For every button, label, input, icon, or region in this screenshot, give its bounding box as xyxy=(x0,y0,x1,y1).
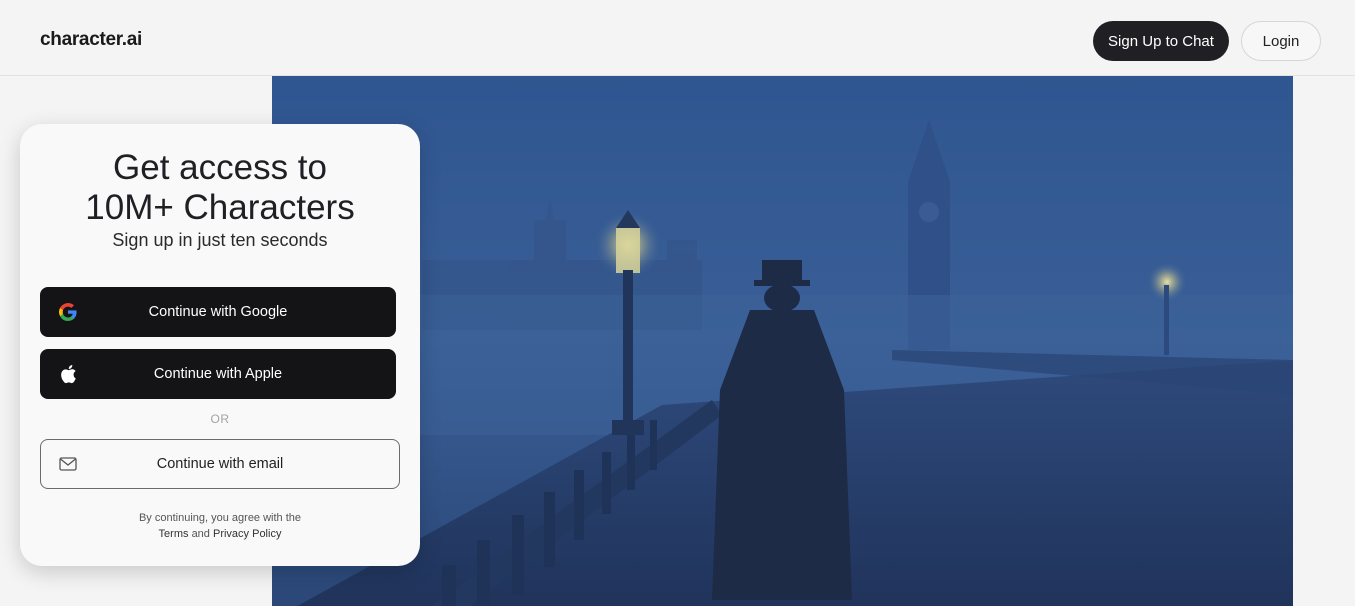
continue-with-google-button[interactable]: Continue with Google xyxy=(40,287,396,337)
apple-button-label: Continue with Apple xyxy=(153,366,283,382)
privacy-policy-link[interactable]: Privacy Policy xyxy=(213,528,281,540)
hero-image xyxy=(272,60,1293,606)
legal-and: and xyxy=(191,528,210,540)
login-button[interactable]: Login xyxy=(1241,21,1321,61)
mail-icon xyxy=(59,457,77,471)
logo[interactable]: character.ai xyxy=(40,29,142,51)
continue-with-apple-button[interactable]: Continue with Apple xyxy=(40,349,396,399)
email-button-label: Continue with email xyxy=(156,456,284,472)
apple-icon xyxy=(58,364,78,384)
sign-up-button[interactable]: Sign Up to Chat xyxy=(1093,21,1229,61)
legal-prefix: By continuing, you agree with the xyxy=(138,512,302,524)
card-subtitle: Sign up in just ten seconds xyxy=(112,230,328,250)
signup-card: Get access to 10M+ Characters Sign up in… xyxy=(20,124,420,566)
top-nav: character.ai Sign Up to Chat Login xyxy=(0,0,1355,76)
or-divider: OR xyxy=(210,412,230,426)
legal-notice: By continuing, you agree with the Terms … xyxy=(20,510,420,542)
foggy-london-bridge-illustration xyxy=(272,60,1293,606)
terms-link[interactable]: Terms xyxy=(159,528,189,540)
card-title: Get access to 10M+ Characters xyxy=(85,148,355,227)
google-icon xyxy=(58,302,78,322)
google-button-label: Continue with Google xyxy=(148,304,288,320)
continue-with-email-button[interactable]: Continue with email xyxy=(40,439,400,489)
